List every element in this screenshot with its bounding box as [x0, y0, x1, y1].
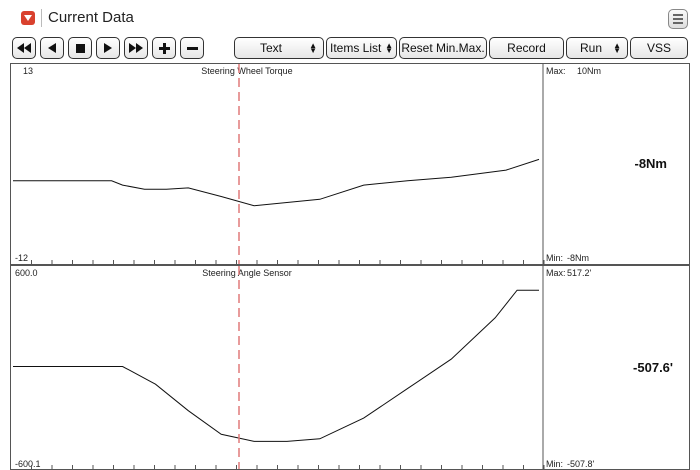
torque-plot: 13 -12 Steering Wheel Torque Max: 10Nm M… — [13, 64, 667, 264]
text-select[interactable]: Text ▲ ▼ — [234, 37, 324, 59]
steering-angle-sensor-graph: 600.0 -600.1 Steering Angle Sensor Max: … — [10, 265, 690, 470]
menu-line — [673, 14, 683, 16]
menu-line — [673, 22, 683, 24]
max-value: 517.2' — [567, 268, 592, 278]
graph-title: Steering Wheel Torque — [201, 66, 292, 76]
max-value: 10Nm — [577, 66, 601, 76]
fast-forward-button[interactable] — [124, 37, 148, 59]
min-value: -507.8' — [567, 459, 595, 469]
zoom-out-icon — [186, 46, 198, 50]
title-bar: Current Data — [0, 0, 700, 36]
stop-icon — [75, 43, 85, 53]
current-value: -507.6' — [633, 360, 673, 375]
record-button[interactable]: Record — [489, 37, 564, 59]
graph-title: Steering Angle Sensor — [202, 268, 292, 278]
step-forward-button[interactable] — [96, 37, 120, 59]
y-axis-max-label: 600.0 — [15, 268, 38, 278]
steering-wheel-torque-graph: 13 -12 Steering Wheel Torque Max: 10Nm M… — [10, 63, 690, 265]
fast-forward-icon — [129, 43, 143, 53]
step-forward-icon — [104, 43, 112, 53]
current-value: -8Nm — [634, 156, 667, 171]
menu-button[interactable] — [668, 9, 688, 29]
step-back-button[interactable] — [40, 37, 64, 59]
items-list-select[interactable]: Items List ▲ ▼ — [326, 37, 397, 59]
zoom-in-button[interactable] — [152, 37, 176, 59]
zoom-out-button[interactable] — [180, 37, 204, 59]
dropdown-arrow-icon[interactable] — [21, 11, 35, 25]
reset-min-max-button[interactable]: Reset Min.Max. — [399, 37, 487, 59]
menu-line — [673, 18, 683, 20]
updown-arrow-icon: ▲ ▼ — [385, 41, 393, 55]
min-value: -8Nm — [567, 253, 589, 263]
items-list-label: Items List — [330, 41, 382, 55]
updown-arrow-icon: ▲ ▼ — [309, 41, 317, 55]
window-title: Current Data — [48, 9, 134, 26]
title-separator — [41, 9, 42, 27]
angle-series-line — [13, 289, 539, 442]
x-axis-ticks — [31, 260, 545, 264]
min-label: Min: — [546, 459, 563, 469]
y-axis-min-label: -600.1 — [15, 459, 41, 469]
text-select-label: Text — [259, 41, 282, 55]
min-label: Min: — [546, 253, 563, 263]
angle-plot: 600.0 -600.1 Steering Angle Sensor Max: … — [13, 266, 673, 469]
step-back-icon — [48, 43, 56, 53]
updown-arrow-icon: ▲ ▼ — [613, 41, 621, 55]
run-select[interactable]: Run ▲ ▼ — [566, 37, 628, 59]
stop-button[interactable] — [68, 37, 92, 59]
zoom-in-icon — [158, 42, 170, 54]
rewind-button[interactable] — [12, 37, 36, 59]
x-axis-ticks — [31, 465, 545, 469]
y-axis-min-label: -12 — [15, 253, 28, 263]
max-label: Max: — [546, 268, 566, 278]
vss-button[interactable]: VSS — [630, 37, 688, 59]
torque-series-line — [13, 158, 540, 207]
y-axis-max-label: 13 — [23, 66, 33, 76]
max-label: Max: — [546, 66, 566, 76]
rewind-icon — [17, 43, 31, 53]
run-label: Run — [579, 41, 602, 55]
